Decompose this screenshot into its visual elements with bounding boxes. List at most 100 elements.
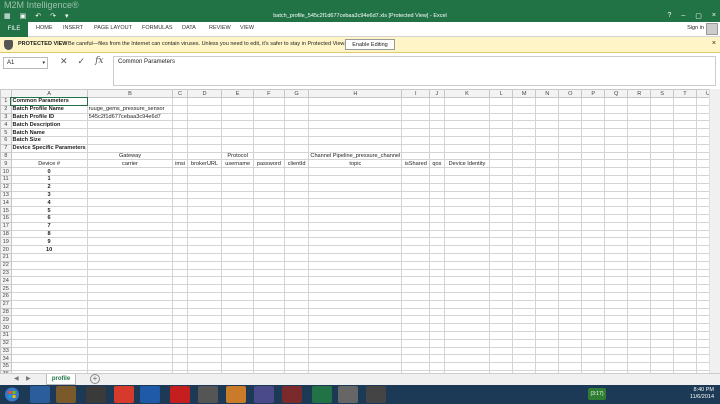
cell-B10[interactable] [86,167,174,176]
cell-F10[interactable] [253,167,285,176]
cell-N35[interactable] [535,362,560,371]
tab-formulas[interactable]: FORMULAS [142,25,173,31]
cell-I27[interactable] [401,299,431,309]
cell-D9[interactable]: brokerURL [186,159,223,169]
cell-H5[interactable] [308,128,403,137]
app-icon[interactable] [338,386,358,403]
cell-G17[interactable] [283,221,310,231]
cell-Q12[interactable] [604,182,629,192]
row-header[interactable]: 19 [0,237,12,247]
cell-G14[interactable] [283,198,310,208]
cell-T25[interactable] [673,284,697,293]
cell-J27[interactable] [429,299,445,309]
cell-C26[interactable] [172,291,188,301]
cell-P18[interactable] [581,229,606,239]
cell-S19[interactable] [650,237,675,247]
cell-T4[interactable] [673,120,697,130]
cell-E14[interactable] [221,198,255,208]
cell-O7[interactable] [558,143,583,153]
cell-K7[interactable] [443,143,491,153]
cell-A35[interactable] [10,362,88,371]
cell-D15[interactable] [186,206,223,215]
cell-D34[interactable] [186,354,223,364]
cell-J34[interactable] [429,354,445,364]
cell-P14[interactable] [581,198,606,208]
cell-Q29[interactable] [604,315,629,325]
cell-Q21[interactable] [604,252,629,262]
cell-G3[interactable] [283,112,310,122]
cell-K17[interactable] [443,221,491,231]
cell-D3[interactable] [186,112,223,122]
cell-Q27[interactable] [604,299,629,309]
cell-K21[interactable] [443,252,491,262]
cell-R32[interactable] [627,338,652,348]
cell-S16[interactable] [650,213,675,223]
cell-F14[interactable] [253,198,285,208]
cell-C1[interactable] [172,97,188,106]
cell-T19[interactable] [673,237,697,247]
cell-D32[interactable] [186,338,223,348]
cell-O25[interactable] [558,284,583,293]
cell-F34[interactable] [253,354,285,364]
cell-Q8[interactable] [604,151,629,161]
cell-T5[interactable] [673,128,697,137]
cell-J10[interactable] [429,167,445,176]
cell-F5[interactable] [253,128,285,137]
cell-F35[interactable] [253,362,285,371]
cell-T27[interactable] [673,299,697,309]
cell-R35[interactable] [627,362,652,371]
cell-K5[interactable] [443,128,491,137]
cell-C25[interactable] [172,284,188,293]
cell-N20[interactable] [535,245,560,254]
cell-I3[interactable] [401,112,431,122]
cell-I15[interactable] [401,206,431,215]
cell-L7[interactable] [489,143,514,153]
cell-A13[interactable]: 3 [10,190,88,200]
cell-I2[interactable] [401,104,431,114]
cell-P19[interactable] [581,237,606,247]
cell-T31[interactable] [673,330,697,340]
cell-R8[interactable] [627,151,652,161]
cell-T32[interactable] [673,338,697,348]
cell-N10[interactable] [535,167,560,176]
cell-L8[interactable] [489,151,514,161]
cell-N3[interactable] [535,112,560,122]
cell-S34[interactable] [650,354,675,364]
cell-C34[interactable] [172,354,188,364]
cell-C13[interactable] [172,190,188,200]
cell-B11[interactable] [86,174,174,184]
cell-B18[interactable] [86,229,174,239]
cell-H10[interactable] [308,167,403,176]
cell-G35[interactable] [283,362,310,371]
cell-F11[interactable] [253,174,285,184]
cell-R27[interactable] [627,299,652,309]
cell-K1[interactable] [443,97,491,106]
column-header[interactable]: S [650,89,675,98]
cell-G20[interactable] [283,245,310,254]
cell-O32[interactable] [558,338,583,348]
cell-K13[interactable] [443,190,491,200]
cell-I33[interactable] [401,346,431,356]
cell-H29[interactable] [308,315,403,325]
cell-S30[interactable] [650,323,675,332]
cell-G9[interactable]: clientId [283,159,310,169]
cell-H30[interactable] [308,323,403,332]
cell-B20[interactable] [86,245,174,254]
cell-E28[interactable] [221,307,255,317]
cell-L12[interactable] [489,182,514,192]
cell-H9[interactable]: topic [308,159,403,169]
column-header[interactable]: O [558,89,583,98]
cell-A7[interactable]: Device Specific Parameters [10,143,88,153]
cell-M25[interactable] [512,284,537,293]
sign-in-link[interactable]: Sign in [687,25,704,31]
cell-E3[interactable] [221,112,255,122]
cell-P33[interactable] [581,346,606,356]
formula-input[interactable]: Common Parameters [113,56,716,86]
cell-M4[interactable] [512,120,537,130]
cell-M7[interactable] [512,143,537,153]
cell-P26[interactable] [581,291,606,301]
cell-O10[interactable] [558,167,583,176]
cell-I28[interactable] [401,307,431,317]
cell-S17[interactable] [650,221,675,231]
cell-H27[interactable] [308,299,403,309]
